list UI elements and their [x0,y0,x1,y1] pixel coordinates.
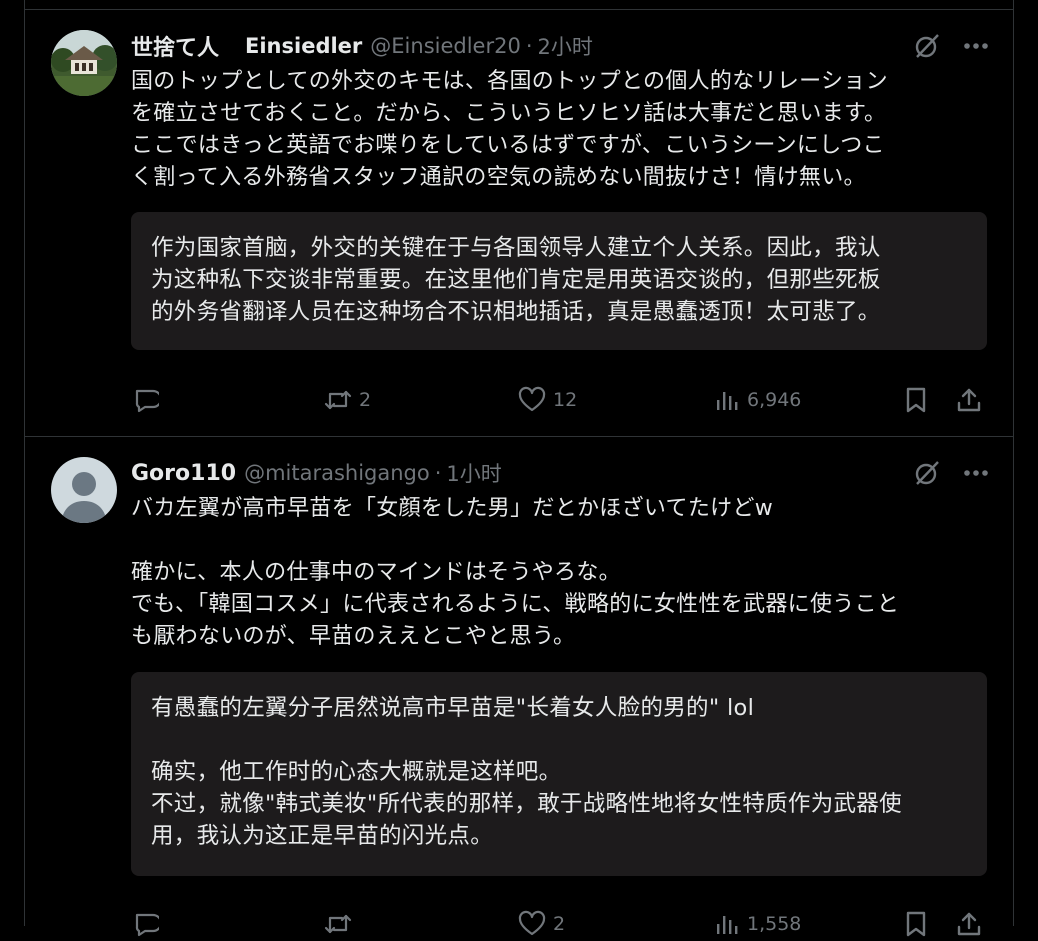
reply-button[interactable] [131,907,165,941]
bookmark-icon [903,386,929,414]
share-icon [955,910,983,938]
display-name[interactable]: 世捨て人 [131,30,219,62]
post-time[interactable]: 1小时 [446,458,501,488]
reply-icon [131,386,159,414]
like-count: 2 [553,913,566,935]
post-time[interactable]: 2小时 [538,31,593,61]
timeline-column: 世捨て人 Einsiedler @Einsiedler20 · 2小时 国のトッ… [24,0,1014,937]
action-bar: 2 12 6,946 [131,383,993,417]
user-handle[interactable]: @mitarashigango [244,461,430,485]
more-icon[interactable] [963,469,989,477]
like-button[interactable]: 2 [517,907,565,941]
grok-icon[interactable] [913,459,941,487]
reply-icon [131,910,159,938]
post-header: Goro110 @mitarashigango · 1小时 [131,456,989,490]
post-text: 国のトップとしての外交のキモは、各国のトップとの個人的なリレーション を確立させ… [131,69,888,190]
like-icon [517,910,547,938]
grok-icon[interactable] [913,32,941,60]
repost-icon [323,910,353,938]
views-icon [713,910,741,938]
views-icon [713,386,741,414]
reply-button[interactable] [131,383,165,417]
translation-box: 作为国家首脑，外交的关键在于与各国领导人建立个人关系。因此，我认 为这种私下交谈… [131,212,987,350]
translation-box: 有愚蠢的左翼分子居然说高市早苗是"长着女人脸的男的" lol 确实，他工作时的心… [131,672,987,876]
display-name-secondary[interactable]: Einsiedler [245,34,362,58]
bookmark-icon [903,910,929,938]
more-icon[interactable] [963,42,989,50]
post[interactable]: Goro110 @mitarashigango · 1小时 バカ左翼が高市早苗を… [25,437,1013,937]
like-count: 12 [553,389,578,411]
repost-button[interactable]: 2 [323,383,371,417]
view-count: 1,558 [747,913,802,935]
view-count: 6,946 [747,389,802,411]
post-text: バカ左翼が高市早苗を「女顔をした男」だとかほざいてたけどw 確かに、本人の仕事中… [131,496,900,649]
post-header: 世捨て人 Einsiedler @Einsiedler20 · 2小时 [131,29,989,63]
post[interactable]: 世捨て人 Einsiedler @Einsiedler20 · 2小时 国のトッ… [25,10,1013,436]
bookmark-button[interactable] [903,383,929,417]
bookmark-button[interactable] [903,907,929,941]
avatar[interactable] [51,30,117,96]
avatar[interactable] [51,457,117,523]
like-button[interactable]: 12 [517,383,577,417]
views-button[interactable]: 6,946 [713,383,801,417]
separator-dot: · [525,34,533,58]
share-icon [955,386,983,414]
share-button[interactable] [955,907,983,941]
action-bar: 2 1,558 [131,907,993,941]
share-button[interactable] [955,383,983,417]
repost-button[interactable] [323,907,359,941]
repost-count: 2 [359,389,372,411]
display-name[interactable]: Goro110 [131,461,236,486]
user-handle[interactable]: @Einsiedler20 [370,34,521,58]
separator-dot: · [434,461,442,485]
like-icon [517,386,547,414]
views-button[interactable]: 1,558 [713,907,801,941]
repost-icon [323,386,353,414]
